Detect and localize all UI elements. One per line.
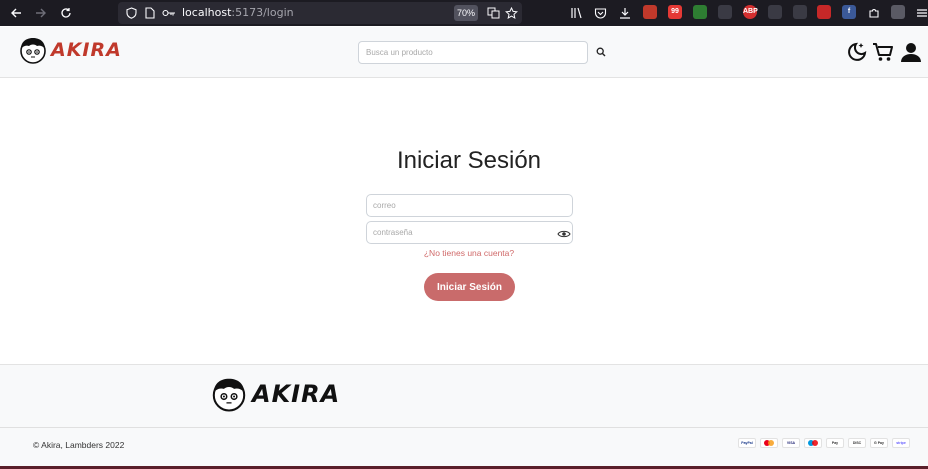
register-link[interactable]: ¿No tienes una cuenta? (0, 248, 928, 258)
extension-eyes-icon[interactable] (768, 5, 782, 19)
extension-red-icon[interactable] (643, 5, 657, 19)
eye-icon[interactable] (557, 227, 571, 239)
extension-facebook-icon[interactable]: f (842, 5, 856, 19)
user-icon[interactable] (900, 41, 922, 63)
visa-icon: VISA (782, 438, 800, 448)
site-footer: AKIRA © Akira, Lambders 2022 PayPal VISA… (0, 364, 928, 469)
cart-icon[interactable] (872, 41, 894, 63)
email-field[interactable] (366, 194, 573, 217)
stripe-icon: stripe (892, 438, 910, 448)
extension-screenshot-icon[interactable] (718, 5, 732, 19)
reload-icon[interactable] (57, 4, 75, 22)
login-button[interactable]: Iniciar Sesión (424, 273, 515, 301)
password-field[interactable] (366, 221, 573, 244)
logo-face-icon (20, 38, 46, 64)
search-input[interactable] (358, 41, 588, 64)
translate-icon[interactable] (484, 4, 502, 22)
key-icon[interactable] (160, 4, 178, 22)
google-pay-icon: G Pay (870, 438, 888, 448)
library-icon[interactable] (567, 4, 585, 22)
site-header: AKIRA (0, 27, 928, 78)
url-text[interactable]: localhost:5173/login (182, 6, 294, 19)
browser-toolbar: localhost:5173/login 70% 99 ABP f (0, 0, 928, 26)
header-logo[interactable]: AKIRA (18, 35, 122, 65)
forward-icon[interactable] (32, 4, 50, 22)
mastercard-icon (760, 438, 778, 448)
extension-arrow-icon[interactable] (793, 5, 807, 19)
paypal-icon: PayPal (738, 438, 756, 448)
bookmark-star-icon[interactable] (502, 4, 520, 22)
header-logo-text: AKIRA (51, 39, 122, 61)
extension-yt-icon[interactable]: 99 (668, 5, 682, 19)
extension-abp-icon[interactable]: ABP (743, 5, 758, 19)
search-icon[interactable] (593, 44, 609, 60)
download-icon[interactable] (616, 4, 634, 22)
discover-icon: DISC (848, 438, 866, 448)
extension-green-download-icon[interactable] (693, 5, 707, 19)
pocket-icon[interactable] (591, 4, 609, 22)
back-icon[interactable] (7, 4, 25, 22)
copyright-text: © Akira, Lambders 2022 (33, 440, 125, 450)
footer-logo[interactable]: AKIRA (210, 375, 340, 413)
shield-icon[interactable] (122, 4, 140, 22)
footer-logo-face-icon (212, 378, 246, 412)
extensions-icon[interactable] (865, 4, 883, 22)
apple-pay-icon: Pay (826, 438, 844, 448)
footer-divider (0, 427, 928, 428)
payment-methods: PayPal VISA Pay DISC G Pay stripe (738, 438, 910, 448)
zoom-badge[interactable]: 70% (454, 5, 478, 21)
footer-logo-text: AKIRA (252, 380, 341, 408)
maestro-icon (804, 438, 822, 448)
menu-icon[interactable] (913, 4, 928, 22)
extension-flash-icon[interactable] (817, 5, 831, 19)
page-icon (141, 4, 159, 22)
extension-grey-icon[interactable] (891, 5, 905, 19)
theme-toggle-icon[interactable] (846, 41, 868, 63)
page-title: Iniciar Sesión (396, 147, 542, 174)
